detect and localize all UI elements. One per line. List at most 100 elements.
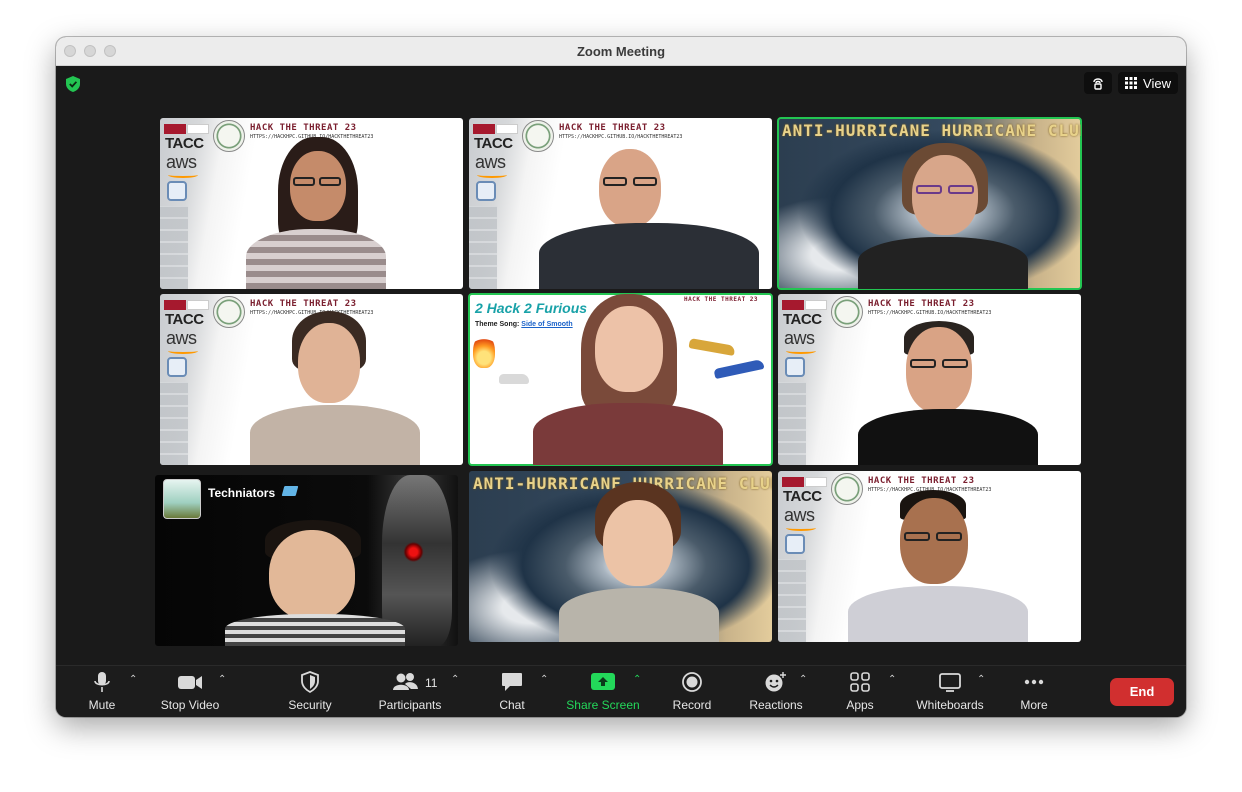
participant-video [848, 139, 1038, 289]
more-button[interactable]: More [1012, 666, 1056, 717]
share-options-chevron-icon[interactable]: ⌃ [633, 674, 641, 685]
partner-logo [187, 300, 209, 310]
background-pattern [778, 382, 806, 465]
whiteboards-options-chevron-icon[interactable]: ⌃ [977, 674, 985, 685]
zoom-window: Zoom Meeting View TACC aws HACK THE THRE… [56, 37, 1186, 717]
participant-tile[interactable]: TACC aws HACK THE THREAT 23 HTTPS://HACK… [160, 294, 463, 465]
participants-label: Participants [378, 698, 442, 712]
share-screen-icon [591, 673, 615, 690]
background-pattern [469, 206, 497, 289]
sfu-logo [782, 300, 804, 310]
view-label: View [1143, 75, 1171, 91]
more-label: More [1020, 698, 1048, 712]
background-pattern [160, 382, 188, 465]
sfu-logo [782, 477, 804, 487]
apps-button[interactable]: Apps [838, 666, 882, 717]
hackathon-title: HACK THE THREAT 23 [559, 123, 666, 133]
sfu-logo [473, 124, 495, 134]
partner-logo [496, 124, 518, 134]
tacc-logo: TACC [783, 311, 822, 328]
participant-tile[interactable]: TACC aws HACK THE THREAT 23 HTTPS://HACK… [160, 118, 463, 289]
badge-icon [167, 181, 187, 201]
participants-button[interactable]: Participants [374, 666, 446, 717]
participants-options-chevron-icon[interactable]: ⌃ [451, 674, 459, 685]
partner-logo [805, 477, 827, 487]
record-label: Record [672, 698, 712, 712]
apps-icon [850, 672, 870, 692]
participant-tile[interactable]: TACC aws HACK THE THREAT 23 HTTPS://HACK… [778, 294, 1081, 465]
video-camera-icon [178, 676, 202, 689]
video-stage: View TACC aws HACK THE THREAT 23 HTTPS:/… [56, 66, 1186, 665]
participant-tile[interactable]: TACC aws HACK THE THREAT 23 HTTPS://HACK… [469, 118, 772, 289]
participant-tile[interactable]: 2 Hack 2 Furious Theme Song: Side of Smo… [468, 293, 773, 466]
participant-tile[interactable]: TACC aws HACK THE THREAT 23 HTTPS://HACK… [778, 471, 1081, 642]
stop-video-label: Stop Video [160, 698, 220, 712]
partner-logo [187, 124, 209, 134]
background-pattern [160, 206, 188, 289]
chat-bubble-icon [502, 673, 522, 691]
badge-icon [785, 534, 805, 554]
encryption-shield-icon[interactable] [66, 76, 80, 92]
share-screen-button[interactable]: Share Screen [563, 666, 643, 717]
whiteboards-label: Whiteboards [916, 698, 984, 712]
background-club-title: ANTI-HURRICANE HURRICANE CLUB [782, 121, 1081, 140]
participant-video [848, 315, 1048, 465]
badge-icon [785, 357, 805, 377]
security-button[interactable]: Security [282, 666, 338, 717]
aws-smile [786, 525, 816, 531]
partner-logo [805, 300, 827, 310]
meeting-toolbar: Mute ⌃ Stop Video ⌃ Security Participant… [56, 665, 1186, 717]
laptop-icon [281, 486, 299, 496]
badge-icon [167, 357, 187, 377]
title-bar: Zoom Meeting [56, 37, 1186, 66]
chat-label: Chat [499, 698, 525, 712]
background-team-name: Techniators [208, 486, 276, 500]
immersive-view-button[interactable] [1084, 72, 1113, 94]
apps-options-chevron-icon[interactable]: ⌃ [888, 674, 896, 685]
grid-icon [1125, 77, 1138, 89]
participant-tile[interactable]: ANTI-HURRICANE HURRICANE CLUB [777, 117, 1082, 290]
chat-options-chevron-icon[interactable]: ⌃ [540, 674, 548, 685]
team-avatar [163, 479, 201, 519]
security-shield-icon [301, 671, 319, 693]
stop-video-button[interactable]: Stop Video [153, 666, 227, 717]
chat-button[interactable]: Chat [492, 666, 532, 717]
security-label: Security [288, 698, 332, 712]
mute-button[interactable]: Mute [78, 666, 126, 717]
aws-logo: aws [784, 328, 815, 348]
tacc-logo: TACC [783, 488, 822, 505]
participant-video [529, 139, 769, 289]
aws-smile [477, 172, 507, 178]
video-options-chevron-icon[interactable]: ⌃ [218, 674, 226, 685]
reactions-label: Reactions [749, 698, 803, 712]
aws-smile [168, 348, 198, 354]
participant-video [838, 482, 1038, 642]
tacc-logo: TACC [165, 135, 204, 152]
aws-logo: aws [475, 152, 506, 172]
participants-icon [392, 673, 418, 690]
participant-video [519, 294, 729, 465]
apps-label: Apps [846, 698, 874, 712]
reactions-options-chevron-icon[interactable]: ⌃ [799, 674, 807, 685]
aws-logo: aws [784, 505, 815, 525]
aws-logo: aws [166, 152, 197, 172]
view-mode-icon [1093, 78, 1103, 90]
record-icon [682, 672, 702, 692]
record-button[interactable]: Record [668, 666, 716, 717]
flame-image [473, 334, 495, 368]
view-button[interactable]: View [1118, 72, 1178, 94]
microphone-icon [94, 672, 110, 692]
reactions-smiley-icon [765, 672, 786, 692]
participant-tile[interactable]: ANTI-HURRICANE HURRICANE CLUB [469, 471, 772, 642]
sfu-logo [164, 124, 186, 134]
participant-tile[interactable]: Techniators [155, 475, 458, 646]
audio-options-chevron-icon[interactable]: ⌃ [129, 674, 137, 685]
share-screen-label: Share Screen [566, 698, 640, 712]
sfu-logo [164, 300, 186, 310]
top-right-controls: View [1084, 72, 1178, 94]
end-meeting-button[interactable]: End [1110, 678, 1174, 706]
tacc-logo: TACC [165, 311, 204, 328]
more-dots-icon [1024, 679, 1044, 685]
participant-video [215, 516, 415, 646]
tacc-logo: TACC [474, 135, 513, 152]
